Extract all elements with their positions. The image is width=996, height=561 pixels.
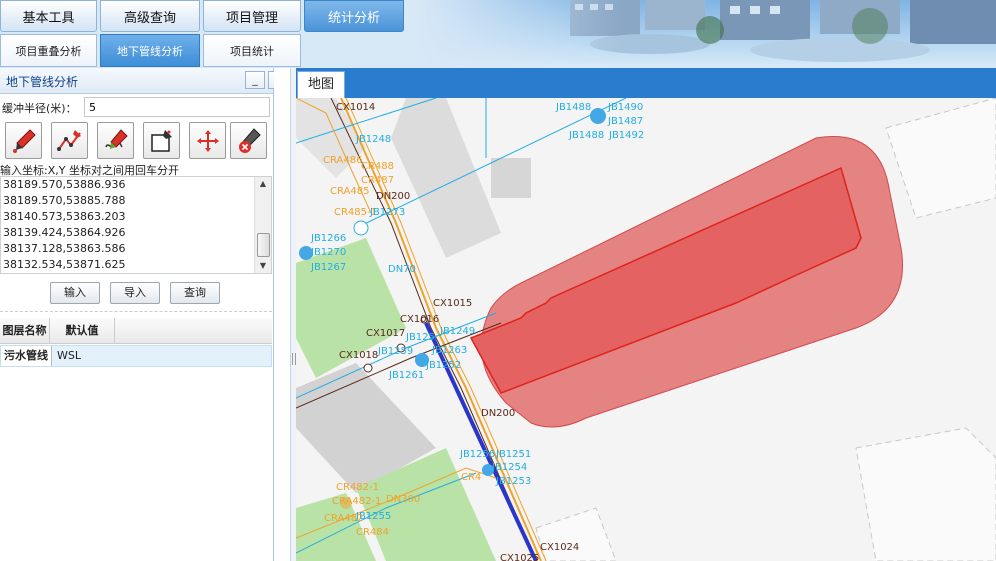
map-label: JB1254 [491, 462, 527, 473]
coordinate-scrollbar[interactable]: ▲ ▼ [254, 177, 271, 273]
map-label: JB1266 [310, 233, 346, 244]
layer-name-cell: 污水管线 [1, 346, 52, 366]
buffer-radius-label: 缓冲半径(米)： [2, 102, 77, 115]
map-label: JB1261 [388, 370, 424, 381]
tab-statistics[interactable]: 统计分析 [304, 0, 404, 32]
column-header-layer-name[interactable]: 图层名称 [0, 318, 50, 343]
coordinate-line: 38140.573,53863.203 [3, 210, 126, 223]
query-button[interactable]: 查询 [170, 282, 220, 304]
map-label: CR488 [361, 161, 394, 172]
map-label: CR487 [361, 175, 394, 186]
pan-move-button[interactable] [189, 122, 226, 159]
scroll-thumb[interactable] [257, 233, 270, 257]
draw-point-button[interactable] [5, 122, 42, 159]
map-label: JB1249 [439, 326, 475, 337]
map-label: JB1492 [608, 130, 644, 141]
pipeline-analysis-panel: 地下管线分析 _ × 缓冲半径(米)： [0, 68, 286, 561]
map-label: CX1025 [500, 553, 539, 561]
map-label: CR4 [461, 472, 481, 483]
tab-basic-tools[interactable]: 基本工具 [0, 0, 97, 32]
tab-advanced-query[interactable]: 高级查询 [100, 0, 200, 32]
draw-polyline-icon [57, 130, 81, 151]
buffer-radius-input[interactable] [84, 97, 270, 117]
subtab-overlap-analysis[interactable]: 项目重叠分析 [0, 34, 97, 67]
map-label: JB1273 [369, 207, 405, 218]
map-label: DN200 [376, 191, 410, 202]
panel-title: 地下管线分析 [6, 75, 79, 89]
grid-header: 图层名称 默认值 [0, 318, 272, 344]
map-tab-bar: 地图 [296, 68, 996, 98]
map-label: JB1256 [459, 449, 495, 460]
coordinate-line: 38189.570,53886.936 [3, 178, 126, 191]
map-view[interactable]: CX1014 JB1488 JB1490 JB1487 JB1488 JB149… [296, 98, 996, 561]
table-row[interactable]: 污水管线 WSL [0, 345, 272, 367]
map-label: JB1487 [607, 116, 643, 127]
map-label: JB1490 [607, 102, 643, 113]
coordinate-line: 38139.424,53864.926 [3, 226, 126, 239]
scroll-up-arrow-icon[interactable]: ▲ [255, 177, 271, 191]
column-header-default-value[interactable]: 默认值 [50, 318, 115, 343]
input-button[interactable]: 输入 [50, 282, 100, 304]
tab-project-management[interactable]: 项目管理 [203, 0, 301, 32]
map-label: CX1018 [339, 350, 378, 361]
map-label: CRA486 [323, 155, 362, 166]
map-label: CR484 [356, 527, 389, 538]
map-label: JB1488 [568, 130, 604, 141]
map-label: CX1016 [400, 314, 439, 325]
scroll-down-arrow-icon[interactable]: ▼ [255, 259, 271, 273]
coordinate-line: 38189.570,53885.788 [3, 194, 126, 207]
default-value-cell: WSL [57, 349, 81, 362]
draw-point-icon [13, 129, 36, 153]
coordinate-line: 38132.534,53871.625 [3, 258, 126, 271]
map-label: CRA482 [324, 513, 363, 524]
map-canvas[interactable]: CX1014 JB1488 JB1490 JB1487 JB1488 JB149… [296, 98, 996, 561]
map-label: CX1024 [540, 542, 579, 553]
coordinate-textarea[interactable]: 38189.570,53886.936 38189.570,53885.788 … [0, 176, 272, 274]
top-header: 基本工具 高级查询 项目管理 统计分析 项目重叠分析 地下管线分析 项目统计 [0, 0, 996, 68]
map-label: DN300 [386, 494, 420, 505]
draw-freehand-icon [105, 129, 128, 149]
map-label: JB125 [405, 332, 435, 343]
map-label: CX1015 [433, 298, 472, 309]
panel-gutter [274, 68, 290, 561]
map-label: CRA482-1 [332, 496, 381, 507]
map-label: JB1253 [495, 476, 531, 487]
map-label: JB1270 [310, 247, 346, 258]
map-label: CRA485 [330, 186, 369, 197]
draw-polyline-button[interactable] [51, 122, 88, 159]
coordinate-line: 38137.128,53863.586 [3, 242, 126, 255]
minimize-button[interactable]: _ [245, 71, 265, 89]
map-label: CR482-1 [336, 482, 379, 493]
subtab-project-statistics[interactable]: 项目统计 [203, 34, 301, 67]
pan-move-icon [197, 130, 219, 152]
map-label: DN200 [481, 408, 515, 419]
map-label: JB1259 [377, 346, 413, 357]
map-label: DN70 [388, 264, 416, 275]
subtab-pipeline-analysis[interactable]: 地下管线分析 [100, 34, 200, 67]
header-banner-image [420, 0, 996, 68]
draw-freehand-button[interactable] [97, 122, 134, 159]
draw-rectangle-icon [151, 130, 172, 152]
draw-rectangle-button[interactable] [143, 122, 180, 159]
map-label: JB1248 [355, 134, 391, 145]
divider [0, 311, 272, 312]
panel-titlebar: 地下管线分析 _ × [0, 68, 286, 94]
map-label: CX1014 [336, 102, 375, 113]
clear-graphics-button[interactable] [230, 122, 267, 159]
map-label: JB1263 [431, 345, 467, 356]
map-label: JB1251 [495, 449, 531, 460]
map-label: CX1017 [366, 328, 405, 339]
map-label: JB1267 [310, 262, 346, 273]
clear-graphics-icon [239, 128, 261, 153]
import-button[interactable]: 导入 [110, 282, 160, 304]
tab-map[interactable]: 地图 [297, 71, 345, 98]
map-label: JB1488 [555, 102, 591, 113]
map-label: JB1252 [425, 360, 461, 371]
